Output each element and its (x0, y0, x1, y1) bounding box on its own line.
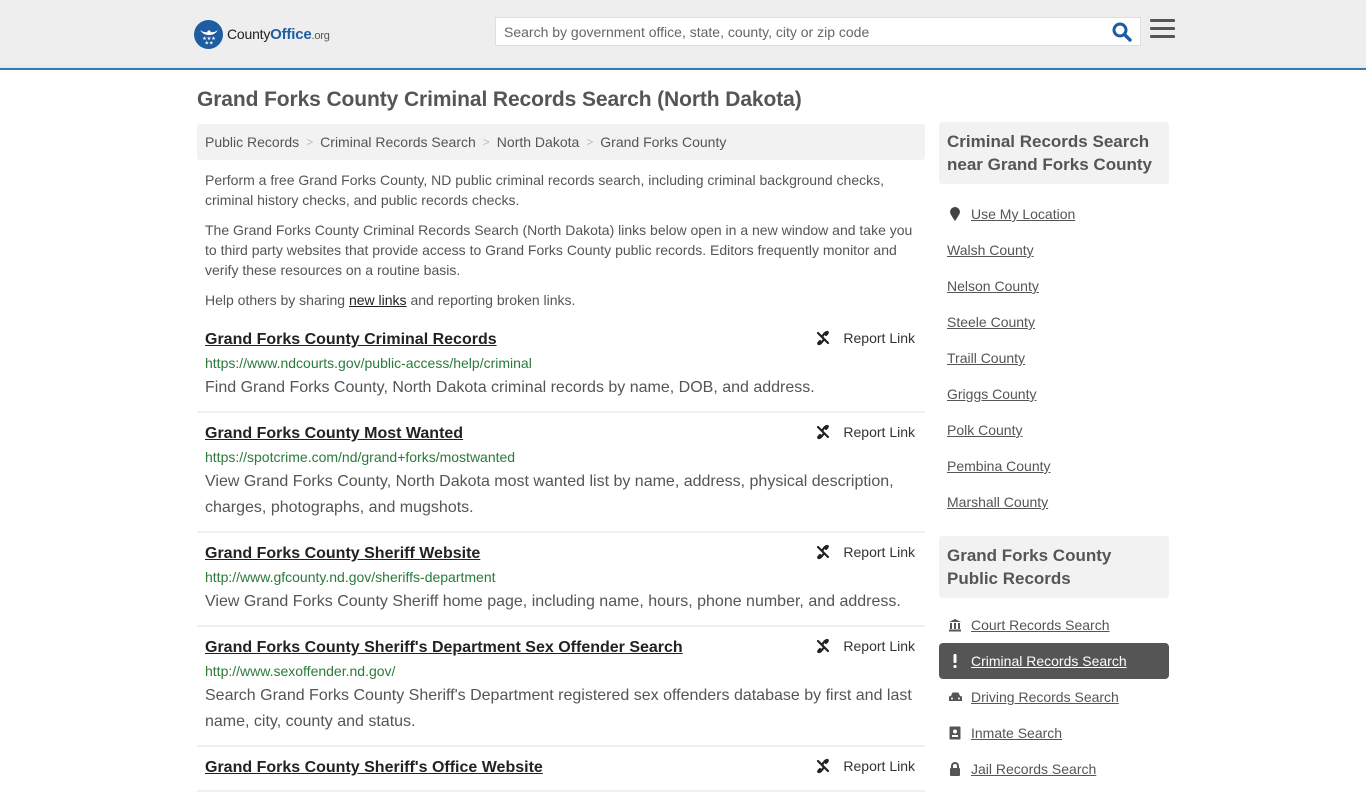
site-logo[interactable]: ★★★ ★★ CountyOffice.org (194, 20, 330, 49)
new-links-link[interactable]: new links (349, 292, 407, 308)
breadcrumb-separator: > (586, 135, 594, 149)
intro-paragraph-2: The Grand Forks County Criminal Records … (205, 222, 913, 278)
breadcrumb-north-dakota[interactable]: North Dakota (497, 134, 579, 150)
result-description: View Grand Forks County, North Dakota mo… (205, 473, 894, 516)
sidebar-public-records: Grand Forks County Public Records Court … (939, 536, 1169, 787)
eagle-logo-icon: ★★★ ★★ (194, 20, 223, 49)
nearby-county-link[interactable]: Walsh County (947, 242, 1034, 258)
report-link-button[interactable]: Report Link (815, 330, 915, 346)
result-item: Grand Forks County Sheriff's Office Webs… (197, 756, 925, 792)
car-icon (947, 691, 963, 703)
nearby-county-link[interactable]: Traill County (947, 350, 1025, 366)
nearby-county-link-item: Griggs County (939, 376, 1169, 412)
breadcrumb: Public Records > Criminal Records Search… (197, 124, 925, 160)
intro-paragraph-3: Help others by sharing new links and rep… (205, 292, 576, 308)
public-records-item-court: Court Records Search (939, 607, 1169, 643)
nearby-county-link-item: Marshall County (939, 484, 1169, 520)
svg-text:★★: ★★ (204, 40, 213, 46)
result-description: View Grand Forks County Sheriff home pag… (205, 593, 901, 610)
breadcrumb-criminal-records-search[interactable]: Criminal Records Search (320, 134, 476, 150)
broken-link-icon (817, 638, 830, 654)
nearby-county-link-item: Polk County (939, 412, 1169, 448)
breadcrumb-public-records[interactable]: Public Records (205, 134, 299, 150)
result-description: Search Grand Forks County Sheriff's Depa… (205, 687, 912, 730)
courthouse-icon (947, 618, 963, 632)
use-my-location-link[interactable]: Use My Location (971, 206, 1075, 222)
nearby-county-link[interactable]: Polk County (947, 422, 1022, 438)
result-url: https://spotcrime.com/nd/grand+forks/mos… (205, 449, 516, 465)
map-marker-icon (947, 206, 963, 222)
inmate-search-link[interactable]: Inmate Search (971, 725, 1062, 741)
exclamation-icon (947, 654, 963, 668)
breadcrumb-separator: > (482, 135, 490, 149)
result-url: https://www.ndcourts.gov/public-access/h… (205, 355, 532, 371)
broken-link-icon (817, 424, 830, 440)
nearby-county-link[interactable]: Marshall County (947, 494, 1048, 510)
public-records-item-jail: Jail Records Search (939, 751, 1169, 787)
nearby-county-link-item: Steele County (939, 304, 1169, 340)
nearby-county-link-item: Nelson County (939, 268, 1169, 304)
public-records-item-criminal: Criminal Records Search (939, 643, 1169, 679)
lock-icon (947, 762, 963, 776)
jail-records-search-link[interactable]: Jail Records Search (971, 761, 1096, 777)
report-link-button[interactable]: Report Link (815, 424, 915, 440)
id-badge-icon (947, 726, 963, 740)
nearby-county-link[interactable]: Steele County (947, 314, 1035, 330)
report-link-button[interactable]: Report Link (815, 638, 915, 654)
court-records-search-link[interactable]: Court Records Search (971, 617, 1110, 633)
result-item: Grand Forks County Sheriff Website Repor… (197, 542, 925, 627)
nearby-county-link[interactable]: Nelson County (947, 278, 1039, 294)
result-url: http://www.sexoffender.nd.gov/ (205, 663, 396, 679)
result-item: Grand Forks County Criminal Records Repo… (197, 328, 925, 413)
result-url: http://www.gfcounty.nd.gov/sheriffs-depa… (205, 569, 496, 585)
nearby-county-link-item: Walsh County (939, 232, 1169, 268)
intro-text: Perform a free Grand Forks County, ND pu… (205, 170, 920, 320)
search-button[interactable] (1112, 22, 1134, 42)
logo-wordmark: CountyOffice.org (227, 26, 330, 43)
breadcrumb-grand-forks-county[interactable]: Grand Forks County (600, 134, 726, 150)
results-list: Grand Forks County Criminal Records Repo… (197, 328, 925, 801)
result-title-link[interactable]: Grand Forks County Criminal Records (205, 328, 497, 352)
result-title-link[interactable]: Grand Forks County Sheriff Website (205, 542, 480, 566)
nearby-county-link[interactable]: Griggs County (947, 386, 1036, 402)
broken-link-icon (817, 330, 830, 346)
public-records-item-driving: Driving Records Search (939, 679, 1169, 715)
site-search (495, 17, 1141, 46)
sidebar-nearby: Criminal Records Search near Grand Forks… (939, 122, 1169, 520)
nearby-county-link[interactable]: Pembina County (947, 458, 1051, 474)
criminal-records-search-link[interactable]: Criminal Records Search (971, 653, 1127, 669)
nearby-county-link-item: Pembina County (939, 448, 1169, 484)
result-item: Grand Forks County Most Wanted Report Li… (197, 422, 925, 533)
sidebar-public-records-heading: Grand Forks County Public Records (939, 536, 1169, 598)
site-header: ★★★ ★★ CountyOffice.org (0, 0, 1366, 70)
search-input[interactable] (496, 18, 1096, 45)
result-description: Find Grand Forks County, North Dakota cr… (205, 379, 815, 396)
hamburger-menu-button[interactable] (1150, 19, 1175, 41)
report-link-button[interactable]: Report Link (815, 758, 915, 774)
intro-paragraph-1: Perform a free Grand Forks County, ND pu… (205, 172, 885, 208)
search-icon (1112, 22, 1132, 42)
result-title-link[interactable]: Grand Forks County Most Wanted (205, 422, 463, 446)
broken-link-icon (817, 758, 830, 774)
sidebar-nearby-heading: Criminal Records Search near Grand Forks… (939, 122, 1169, 184)
page-title: Grand Forks County Criminal Records Sear… (197, 88, 802, 111)
nearby-county-link-item: Traill County (939, 340, 1169, 376)
broken-link-icon (817, 544, 830, 560)
result-title-link[interactable]: Grand Forks County Sheriff's Office Webs… (205, 756, 543, 780)
use-my-location-item: Use My Location (939, 196, 1169, 232)
result-item: Grand Forks County Sheriff's Department … (197, 636, 925, 747)
report-link-button[interactable]: Report Link (815, 544, 915, 560)
breadcrumb-separator: > (306, 135, 314, 149)
public-records-item-inmate: Inmate Search (939, 715, 1169, 751)
driving-records-search-link[interactable]: Driving Records Search (971, 689, 1119, 705)
result-title-link[interactable]: Grand Forks County Sheriff's Department … (205, 636, 683, 660)
